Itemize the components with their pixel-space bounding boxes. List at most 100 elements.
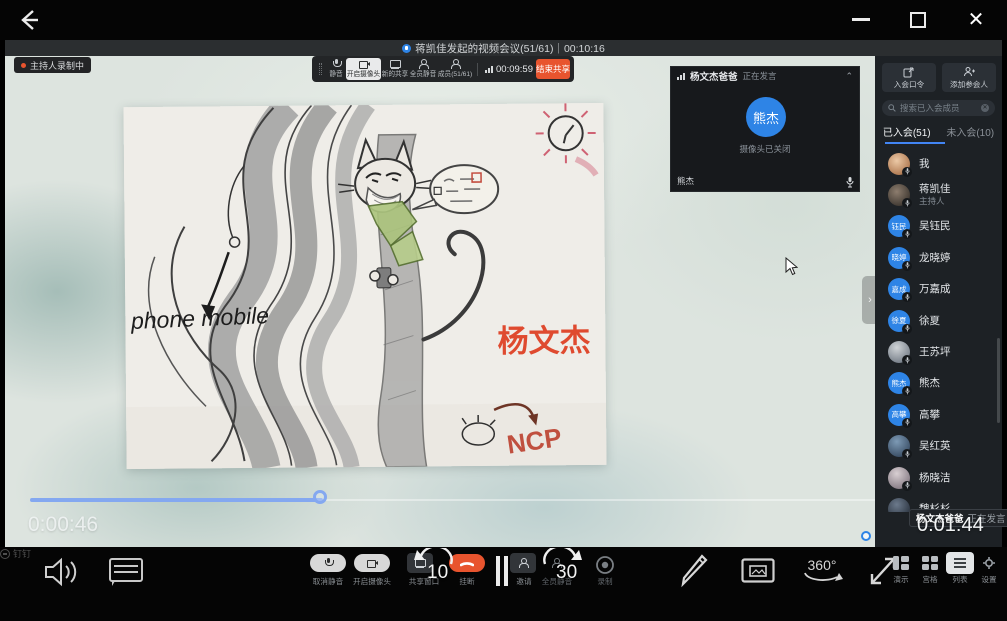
volume-icon[interactable] <box>44 556 82 588</box>
participant-row[interactable]: 嘉成 万嘉成 <box>875 274 1002 305</box>
clear-search-icon[interactable]: ✕ <box>981 104 989 112</box>
participant-row[interactable]: 高攀 高攀 <box>875 399 1002 430</box>
mic-status-icon[interactable] <box>902 481 912 491</box>
rewind-10-label: 10 <box>427 562 448 584</box>
recording-badge: 主持人录制中 <box>14 57 91 73</box>
mic-status-icon[interactable] <box>902 355 912 365</box>
maximize-button[interactable] <box>910 12 926 28</box>
avatar: 嘉成 <box>888 278 910 300</box>
members-button[interactable]: 成员(51/61) <box>437 57 473 81</box>
mic-muted-icon <box>322 558 334 568</box>
speaker-thumbnail[interactable]: 杨文杰爸爸 正在发言 ⌃ 熊杰 摄像头已关闭 熊杰 <box>670 66 860 192</box>
join-code-button[interactable]: 入会口令 <box>882 63 936 92</box>
sidebar-scrollbar[interactable] <box>997 338 1000 423</box>
invite-button[interactable] <box>510 553 536 573</box>
settings-gear-icon[interactable] <box>982 556 996 570</box>
unmute-label: 取消静音 <box>313 576 343 586</box>
rotate-360-label[interactable]: 360° <box>801 557 843 573</box>
mic-status-icon[interactable] <box>902 324 912 334</box>
add-participant-button[interactable]: 添加参会人 <box>942 63 996 92</box>
pip-icon[interactable] <box>741 558 775 583</box>
toolbar-divider <box>477 63 478 76</box>
tab-not-joined[interactable]: 未入会(10) <box>939 124 1003 144</box>
mic-status-icon[interactable] <box>902 386 912 396</box>
speaker-name-label: 熊杰 <box>677 175 694 187</box>
mic-icon <box>330 59 342 69</box>
present-view-label: 演示 <box>893 574 908 584</box>
search-input[interactable]: 搜索已入会成员 ✕ <box>882 100 995 116</box>
participant-row[interactable]: 熊杰 熊杰 <box>875 368 1002 399</box>
tab-joined[interactable]: 已入会(51) <box>875 124 939 144</box>
participant-row[interactable]: 蒋凯佳 主持人 <box>875 179 1002 210</box>
mic-status-icon[interactable] <box>902 229 912 239</box>
chat-icon[interactable] <box>108 556 144 588</box>
mic-status-icon[interactable] <box>902 292 912 302</box>
person-add-icon <box>963 66 975 78</box>
share-square-icon <box>903 66 915 78</box>
participant-name: 吴红英 <box>919 440 951 452</box>
participant-row[interactable]: 晓婷 龙晓婷 <box>875 242 1002 273</box>
avatar <box>888 153 910 175</box>
video-content[interactable]: 蒋凯佳发起的视频会议(51/61)｜00:10:16 主持人录制中 静音 开启摄… <box>5 40 1002 547</box>
seek-fill <box>30 498 323 502</box>
participant-name: 王苏坪 <box>919 346 951 358</box>
mute-button[interactable]: 静音 <box>325 57 347 81</box>
meeting-titlebar: 蒋凯佳发起的视频会议(51/61)｜00:10:16 <box>5 40 1002 56</box>
mic-status-icon[interactable] <box>902 198 912 208</box>
thumbnail-header: 杨文杰爸爸 正在发言 ⌃ <box>671 67 859 85</box>
mic-status-icon[interactable] <box>902 449 912 459</box>
record-label: 录制 <box>597 576 612 586</box>
invite-label: 邀请 <box>516 576 531 586</box>
signal-icon <box>677 73 685 80</box>
camera-label: 开启摄像头 <box>353 576 391 586</box>
end-share-button[interactable]: 结束共享 <box>536 59 570 79</box>
back-icon[interactable] <box>16 7 42 33</box>
close-button[interactable]: ✕ <box>966 10 986 30</box>
search-icon <box>888 104 896 112</box>
record-icon[interactable] <box>595 555 615 575</box>
open-camera-button[interactable]: 开启摄像头 <box>346 58 381 80</box>
grid-view-label: 宫格 <box>922 574 937 584</box>
settings-label: 设置 <box>981 574 996 584</box>
participant-name: 杨晓洁 <box>919 472 951 484</box>
shared-drawing: phone mobile 杨文杰 NCP <box>123 103 606 469</box>
camera-off-icon <box>366 558 378 568</box>
participant-row[interactable]: 杨晓洁 <box>875 462 1002 493</box>
invite-icon <box>517 558 529 568</box>
meeting-toolbar: 静音 开启摄像头 新的共享 全员静音 成员(51/61) 00:09:59 <box>312 56 574 82</box>
new-share-button[interactable]: 新的共享 <box>381 57 409 81</box>
participant-row[interactable]: 徐夏 徐夏 <box>875 305 1002 336</box>
open-camera-button[interactable] <box>354 554 390 572</box>
mic-status-icon[interactable] <box>902 418 912 428</box>
avatar <box>888 184 910 206</box>
participant-row[interactable]: 王苏坪 <box>875 336 1002 367</box>
list-view-button[interactable] <box>946 552 974 574</box>
present-view-icon[interactable] <box>892 555 910 571</box>
avatar: 晓婷 <box>888 247 910 269</box>
toolbar-grip[interactable] <box>319 63 322 75</box>
meeting-timer: 00:09:59 <box>485 64 533 75</box>
participant-name: 我 <box>919 158 930 170</box>
person-mute-icon <box>417 59 429 69</box>
mic-status-icon[interactable] <box>902 167 912 177</box>
mute-all-button[interactable]: 全员静音 <box>409 57 437 81</box>
pause-button[interactable] <box>496 556 509 586</box>
grid-view-icon[interactable] <box>921 555 939 571</box>
participant-row[interactable]: 钰民 吴钰民 <box>875 211 1002 242</box>
participant-row[interactable]: 吴红英 <box>875 431 1002 462</box>
chevron-up-icon[interactable]: ⌃ <box>845 71 853 82</box>
draw-pencil-icon[interactable] <box>680 553 708 589</box>
minimize-button[interactable] <box>852 18 870 21</box>
seek-bar[interactable] <box>30 499 875 501</box>
participant-name: 徐夏 <box>919 315 940 327</box>
list-view-label: 列表 <box>952 574 967 584</box>
mic-status-icon[interactable] <box>902 261 912 271</box>
participant-sidebar: 入会口令 添加参会人 搜索已入会成员 ✕ 已入会(51) 未入会(10) <box>875 56 1002 547</box>
camera-icon <box>358 59 370 69</box>
participant-name: 龙晓婷 <box>919 252 951 264</box>
unmute-button[interactable] <box>310 554 346 572</box>
participant-name: 熊杰 <box>919 377 940 389</box>
avatar <box>888 341 910 363</box>
participant-row[interactable]: 我 <box>875 148 1002 179</box>
forward-30-label: 30 <box>556 562 577 584</box>
